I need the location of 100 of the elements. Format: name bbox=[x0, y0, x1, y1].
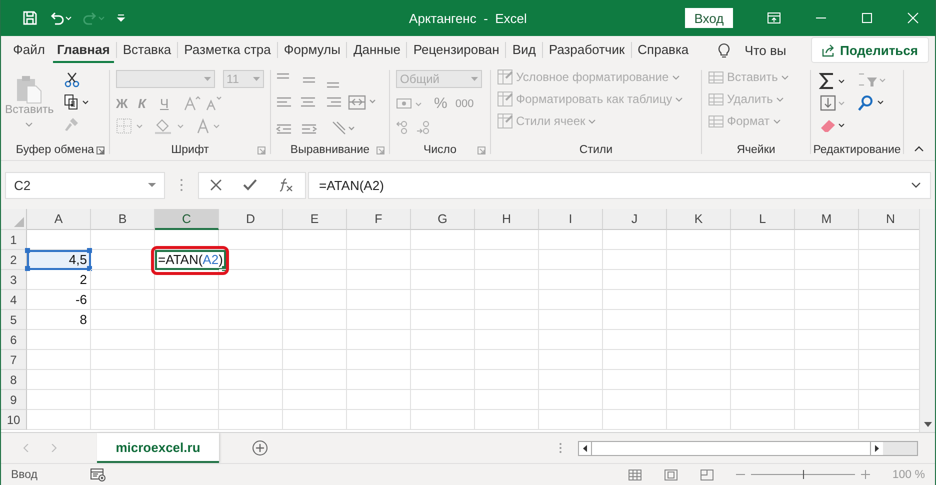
maximize-icon[interactable] bbox=[861, 12, 873, 24]
table-cell bbox=[27, 370, 91, 390]
row-header[interactable]: 4 bbox=[1, 290, 27, 310]
row-header[interactable]: 6 bbox=[1, 330, 27, 350]
next-sheet-icon[interactable] bbox=[51, 444, 57, 452]
row-header[interactable]: 7 bbox=[1, 350, 27, 370]
close-icon[interactable] bbox=[907, 12, 919, 24]
ribbon-tab[interactable]: Справка bbox=[634, 37, 693, 63]
row-header[interactable]: 5 bbox=[1, 310, 27, 330]
table-cell bbox=[283, 370, 347, 390]
column-header[interactable]: L bbox=[731, 209, 795, 230]
scroll-left-icon[interactable] bbox=[579, 442, 591, 454]
dialog-launcher-icon[interactable] bbox=[477, 146, 486, 154]
table-cell bbox=[475, 350, 539, 370]
name-box[interactable]: C2 bbox=[5, 172, 165, 198]
table-cell bbox=[411, 370, 475, 390]
prev-sheet-icon[interactable] bbox=[23, 444, 29, 452]
table-cell bbox=[219, 330, 283, 350]
share-button[interactable]: Поделиться bbox=[810, 37, 929, 63]
ribbon-tab[interactable]: Разработчик bbox=[544, 37, 629, 63]
dialog-launcher-icon[interactable] bbox=[96, 146, 105, 154]
save-icon[interactable] bbox=[22, 10, 38, 26]
table-cell bbox=[155, 230, 219, 250]
ribbon-tab[interactable]: Формулы bbox=[280, 37, 344, 63]
column-header[interactable]: D bbox=[219, 209, 283, 230]
ribbon-tab[interactable]: Вставка bbox=[118, 37, 176, 63]
ribbon-tab[interactable]: Разметка стра bbox=[180, 37, 275, 63]
column-header[interactable]: A bbox=[27, 209, 91, 230]
chevron-down-icon bbox=[672, 74, 680, 80]
table-cell bbox=[539, 390, 603, 410]
collapse-ribbon-icon[interactable] bbox=[914, 146, 924, 152]
ribbon-tab[interactable]: Главная bbox=[52, 37, 114, 63]
table-cell bbox=[411, 250, 475, 270]
row-header[interactable]: 8 bbox=[1, 370, 27, 390]
column-header[interactable]: M bbox=[795, 209, 859, 230]
column-header[interactable]: G bbox=[411, 209, 475, 230]
table-cell bbox=[539, 350, 603, 370]
page-break-icon[interactable] bbox=[700, 468, 714, 480]
cancel-icon[interactable] bbox=[210, 179, 222, 191]
row-header[interactable]: 10 bbox=[1, 410, 27, 430]
column-header[interactable]: K bbox=[667, 209, 731, 230]
formula-field[interactable]: =ATAN(A2) bbox=[308, 172, 931, 198]
expand-icon[interactable] bbox=[911, 182, 921, 188]
scroll-down-icon[interactable] bbox=[924, 422, 932, 428]
column-header[interactable]: F bbox=[347, 209, 411, 230]
table-cell bbox=[667, 230, 731, 250]
sign-in-button[interactable]: Вход bbox=[685, 8, 733, 28]
vertical-scrollbar[interactable] bbox=[919, 209, 935, 432]
scissors-icon[interactable] bbox=[64, 72, 80, 88]
chevron-down-icon bbox=[776, 96, 784, 102]
grow-font-icon[interactable] bbox=[182, 95, 222, 111]
table-cell bbox=[603, 390, 667, 410]
undo-icon[interactable] bbox=[48, 10, 72, 26]
horizontal-scrollbar[interactable] bbox=[578, 440, 918, 456]
scroll-thumb[interactable] bbox=[591, 442, 871, 454]
table-cell bbox=[475, 290, 539, 310]
ribbon-tab[interactable]: Рецензирован bbox=[409, 37, 504, 63]
column-header[interactable]: C bbox=[155, 209, 219, 230]
column-header[interactable]: I bbox=[539, 209, 603, 230]
macro-recorder-icon[interactable] bbox=[90, 468, 106, 482]
ribbon-tab[interactable]: Вид bbox=[508, 37, 540, 63]
table-cell: 8 bbox=[27, 310, 91, 330]
row-header[interactable]: 2 bbox=[1, 250, 27, 270]
table-cell bbox=[219, 230, 283, 250]
dialog-launcher-icon[interactable] bbox=[376, 146, 385, 154]
tell-me-field[interactable]: Что вы bbox=[744, 42, 786, 58]
lightbulb-icon[interactable] bbox=[716, 41, 731, 59]
row-header[interactable]: 1 bbox=[1, 230, 27, 250]
ribbon-tab[interactable]: Данные bbox=[349, 37, 404, 63]
add-sheet-icon[interactable] bbox=[252, 440, 268, 456]
table-cell bbox=[27, 330, 91, 350]
normal-view-icon[interactable] bbox=[628, 468, 642, 480]
active-cell[interactable]: =ATAN(A2) bbox=[155, 250, 226, 270]
zoom-in-icon[interactable] bbox=[861, 470, 870, 479]
customize-icon[interactable] bbox=[116, 13, 126, 23]
table-cell bbox=[219, 310, 283, 330]
table-cell bbox=[731, 370, 795, 390]
select-all-button[interactable] bbox=[1, 209, 27, 230]
enter-icon[interactable] bbox=[242, 179, 257, 191]
ribbon-tab[interactable]: Файл bbox=[9, 37, 49, 63]
splitter-icon[interactable] bbox=[559, 442, 562, 454]
column-header[interactable]: H bbox=[475, 209, 539, 230]
sheet-tab[interactable]: microexcel.ru bbox=[97, 433, 219, 463]
chevron-down-icon bbox=[772, 118, 781, 124]
row-header[interactable]: 3 bbox=[1, 270, 27, 290]
scroll-right-icon[interactable] bbox=[871, 442, 883, 454]
font-name-field[interactable] bbox=[116, 70, 215, 88]
table-cell bbox=[603, 230, 667, 250]
format-painter-icon[interactable] bbox=[64, 116, 80, 132]
row-header[interactable]: 9 bbox=[1, 390, 27, 410]
column-header[interactable]: B bbox=[91, 209, 155, 230]
table-cell bbox=[283, 330, 347, 350]
insert-function-icon[interactable] bbox=[278, 178, 294, 192]
dialog-launcher-icon[interactable] bbox=[257, 146, 266, 154]
page-layout-icon[interactable] bbox=[664, 468, 678, 480]
column-header[interactable]: J bbox=[603, 209, 667, 230]
column-header[interactable]: E bbox=[283, 209, 347, 230]
ribbon-display-icon[interactable] bbox=[767, 12, 781, 24]
copy-icon[interactable] bbox=[64, 94, 90, 110]
column-header[interactable]: N bbox=[859, 209, 919, 230]
